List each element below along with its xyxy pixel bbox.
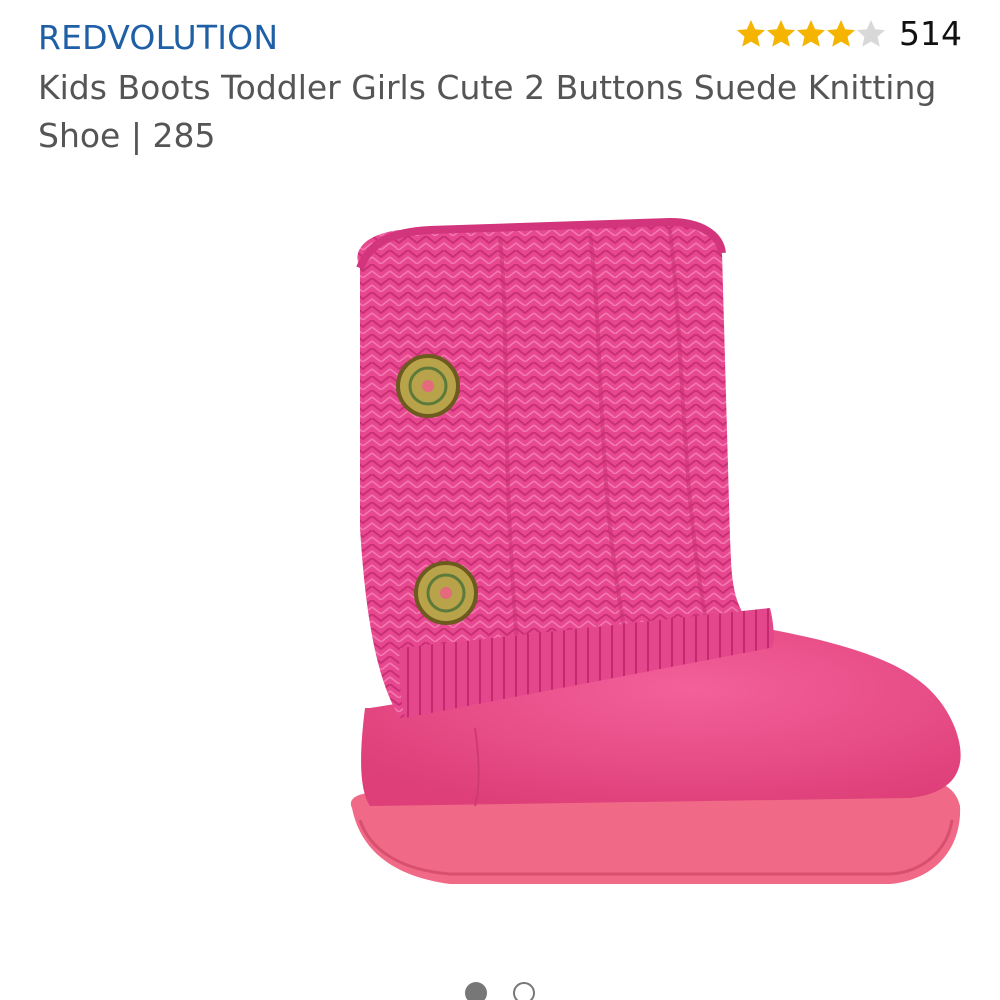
carousel-dot-1[interactable] xyxy=(465,982,487,1000)
product-title: Kids Boots Toddler Girls Cute 2 Buttons … xyxy=(38,68,937,155)
carousel-dot-2[interactable] xyxy=(513,982,535,1000)
star-filled-icon xyxy=(797,19,825,47)
star-filled-icon xyxy=(827,19,855,47)
rating-stars xyxy=(735,18,885,50)
rating-count[interactable]: 514 xyxy=(899,14,962,53)
product-image[interactable] xyxy=(30,208,972,908)
brand-link[interactable]: REDVOLUTION xyxy=(38,18,278,57)
pink-knit-boot-image xyxy=(350,217,961,884)
star-empty-icon xyxy=(857,19,885,47)
boot-button-top xyxy=(396,354,460,418)
rating-summary[interactable]: 514 xyxy=(735,14,962,53)
product-detail-page: REDVOLUTION 514 Kids Boots Toddler Girls… xyxy=(0,0,1000,1000)
image-carousel-indicators xyxy=(0,982,1000,1000)
boot-button-bottom xyxy=(414,561,478,625)
star-filled-icon xyxy=(767,19,795,47)
star-filled-icon xyxy=(737,19,765,47)
